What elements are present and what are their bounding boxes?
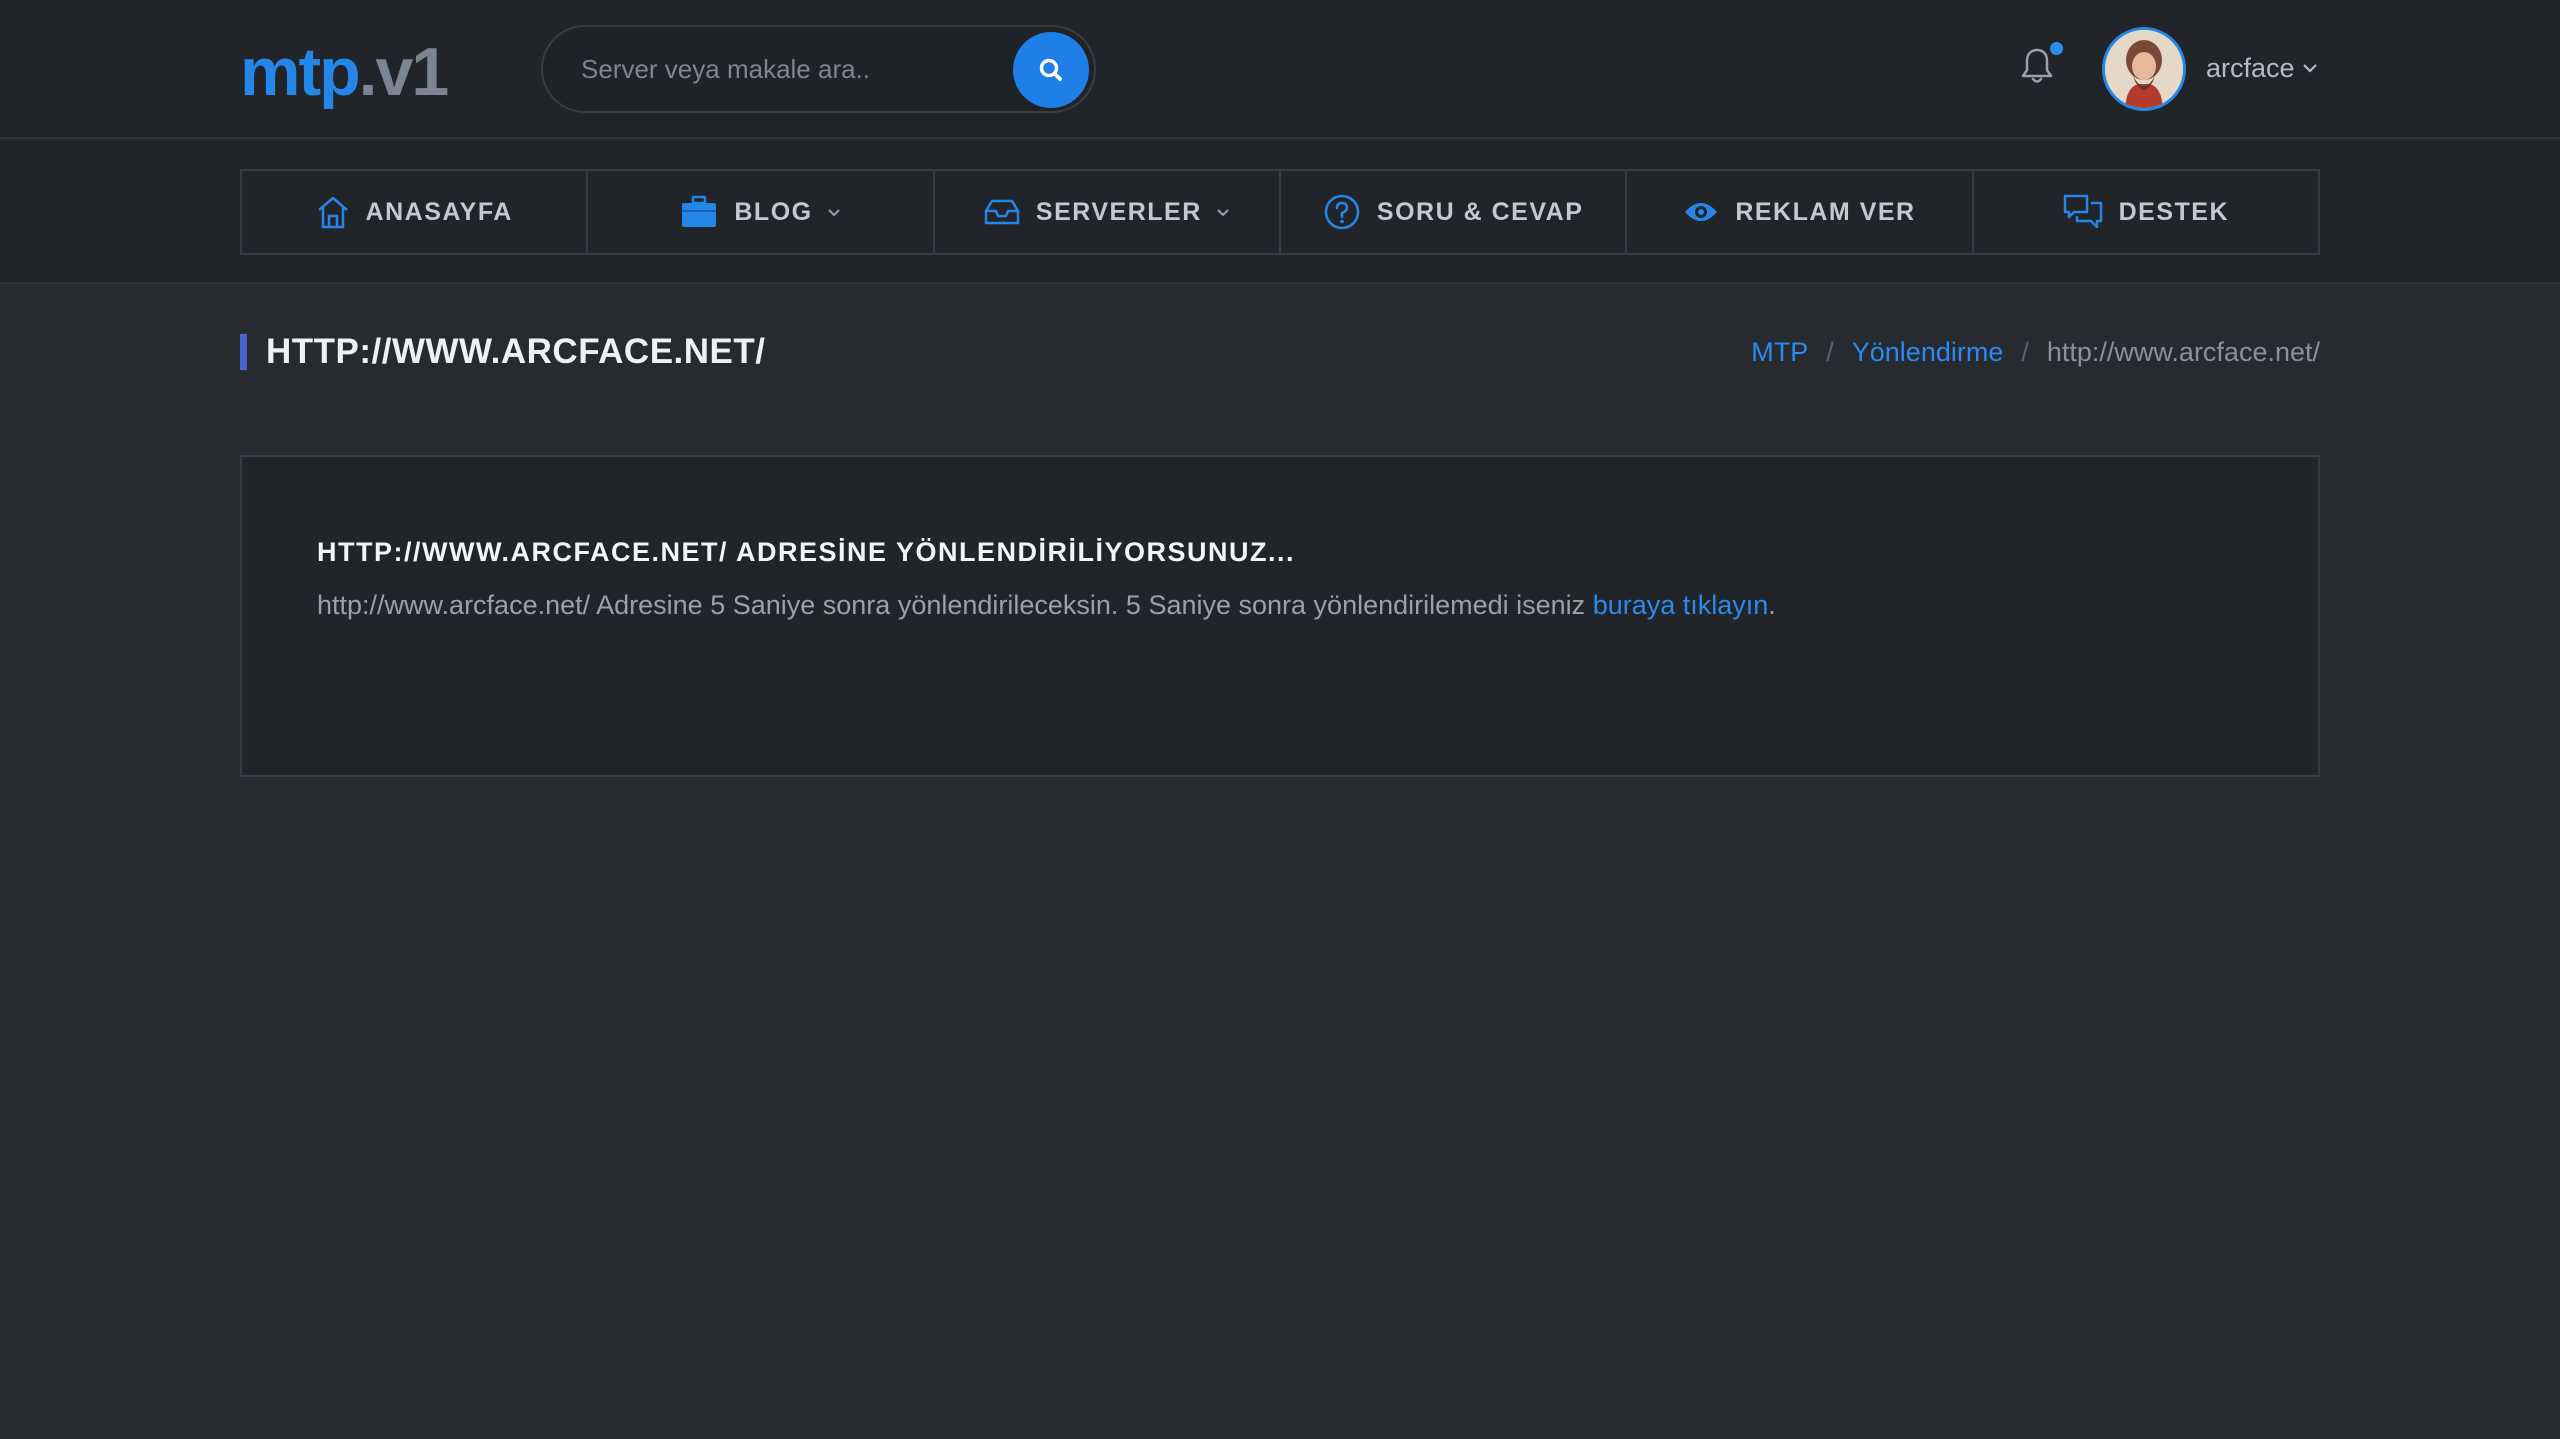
- site-logo[interactable]: mtp.v1: [240, 32, 450, 112]
- nav-item-destek[interactable]: DESTEK: [1974, 171, 2318, 253]
- top-header: mtp.v1 arcface: [0, 0, 2560, 139]
- nav-item-anasayfa[interactable]: ANASAYFA: [242, 171, 589, 253]
- breadcrumb-separator: /: [1826, 337, 1834, 367]
- nav-item-blog[interactable]: BLOG: [588, 171, 935, 253]
- chevron-down-icon: [827, 208, 840, 216]
- nav-wrapper: ANASAYFA BLOG SERVERLER SORU & CEVAP REK…: [0, 141, 2560, 284]
- nav-label-destek: DESTEK: [2118, 197, 2229, 226]
- search-button[interactable]: [1013, 32, 1089, 108]
- nav-label-blog: BLOG: [734, 197, 813, 226]
- chat-icon: [2063, 194, 2102, 229]
- notification-dot: [2050, 42, 2063, 55]
- redirect-title: HTTP://WWW.ARCFACE.NET/ ADRESİNE YÖNLEND…: [317, 537, 1296, 567]
- breadcrumb-separator: /: [2021, 337, 2029, 367]
- avatar-image: [2105, 30, 2183, 108]
- main-nav: ANASAYFA BLOG SERVERLER SORU & CEVAP REK…: [240, 169, 2320, 255]
- title-marker: [240, 334, 247, 370]
- eye-icon: [1685, 203, 1718, 221]
- avatar[interactable]: [2102, 27, 2186, 111]
- nav-item-serverler[interactable]: SERVERLER: [935, 171, 1281, 253]
- redirect-text: http://www.arcface.net/ Adresine 5 Saniy…: [317, 590, 1593, 620]
- redirect-card: HTTP://WWW.ARCFACE.NET/ ADRESİNE YÖNLEND…: [240, 455, 2320, 777]
- redirect-message: http://www.arcface.net/ Adresine 5 Saniy…: [317, 590, 1776, 621]
- redirect-link[interactable]: buraya tıklayın: [1593, 590, 1769, 620]
- breadcrumb-home[interactable]: MTP: [1751, 337, 1808, 368]
- chevron-down-icon[interactable]: [2302, 63, 2318, 73]
- logo-version: .v1: [358, 34, 450, 110]
- search-box: [541, 25, 1096, 113]
- chevron-down-icon: [1217, 208, 1229, 216]
- question-icon: [1324, 194, 1360, 230]
- search-input[interactable]: [581, 49, 1001, 89]
- search-icon: [1039, 58, 1062, 81]
- nav-item-soru-cevap[interactable]: SORU & CEVAP: [1281, 171, 1628, 253]
- inbox-icon: [984, 199, 1020, 225]
- breadcrumb: MTP / Yönlendirme / http://www.arcface.n…: [1751, 337, 2320, 368]
- briefcase-icon: [682, 195, 717, 227]
- nav-label-soru-cevap: SORU & CEVAP: [1376, 197, 1584, 226]
- page-title: HTTP://WWW.ARCFACE.NET/: [266, 332, 766, 371]
- redirect-text-end: .: [1768, 590, 1776, 620]
- logo-main: mtp: [240, 34, 361, 110]
- bell-icon[interactable]: [2019, 46, 2055, 86]
- nav-item-reklam-ver[interactable]: REKLAM VER: [1627, 171, 1974, 253]
- breadcrumb-current: http://www.arcface.net/: [2046, 337, 2320, 367]
- username[interactable]: arcface: [2206, 53, 2295, 84]
- breadcrumb-section[interactable]: Yönlendirme: [1852, 337, 2004, 368]
- home-icon: [317, 196, 348, 229]
- nav-label-anasayfa: ANASAYFA: [365, 197, 513, 226]
- nav-label-reklam-ver: REKLAM VER: [1735, 197, 1916, 226]
- nav-label-serverler: SERVERLER: [1035, 197, 1202, 226]
